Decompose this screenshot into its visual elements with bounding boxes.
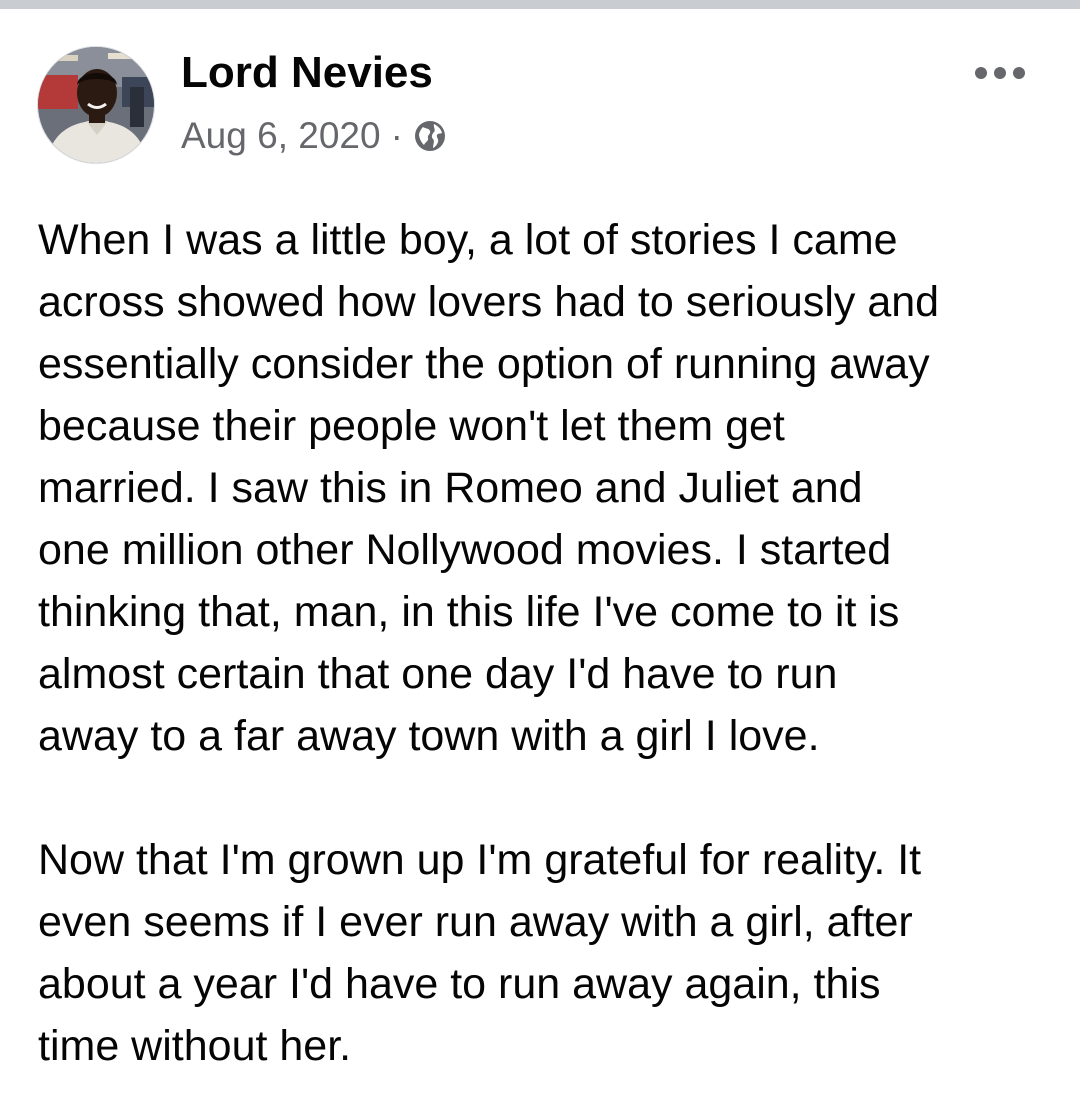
more-options-button[interactable] — [970, 53, 1030, 93]
post-paragraph: Now that I'm grown up I'm grateful for r… — [38, 829, 1058, 1077]
post-paragraph: When I was a little boy, a lot of storie… — [38, 209, 1058, 767]
more-options-icon — [975, 67, 1025, 79]
text-line: essentially consider the option of runni… — [38, 340, 930, 388]
post-meta: Aug 6, 2020 · — [181, 113, 448, 159]
author-name[interactable]: Lord Nevies — [181, 47, 433, 99]
text-line: because their people won't let them get — [38, 402, 785, 450]
facebook-post: Lord Nevies Aug 6, 2020 · When I was a l… — [0, 9, 1080, 1102]
text-line: Now that I'm grown up I'm grateful for r… — [38, 836, 922, 884]
post-date[interactable]: Aug 6, 2020 — [181, 115, 381, 157]
text-line: one million other Nollywood movies. I st… — [38, 526, 892, 574]
globe-icon[interactable] — [412, 118, 448, 154]
text-line: even seems if I ever run away with a gir… — [38, 898, 913, 946]
meta-separator: · — [390, 115, 403, 156]
text-line: time without her. — [38, 1022, 352, 1070]
text-line: about a year I'd have to run away again,… — [38, 960, 881, 1008]
text-line: across showed how lovers had to seriousl… — [38, 278, 940, 326]
profile-photo — [38, 47, 154, 163]
avatar[interactable] — [37, 46, 155, 164]
text-line: When I was a little boy, a lot of storie… — [38, 216, 898, 264]
text-line: away to a far away town with a girl I lo… — [38, 712, 820, 760]
post-text: When I was a little boy, a lot of storie… — [38, 209, 1058, 1077]
text-line: married. I saw this in Romeo and Juliet … — [38, 464, 863, 512]
feed-separator — [0, 0, 1080, 9]
text-line: thinking that, man, in this life I've co… — [38, 588, 900, 636]
text-line: almost certain that one day I'd have to … — [38, 650, 838, 698]
